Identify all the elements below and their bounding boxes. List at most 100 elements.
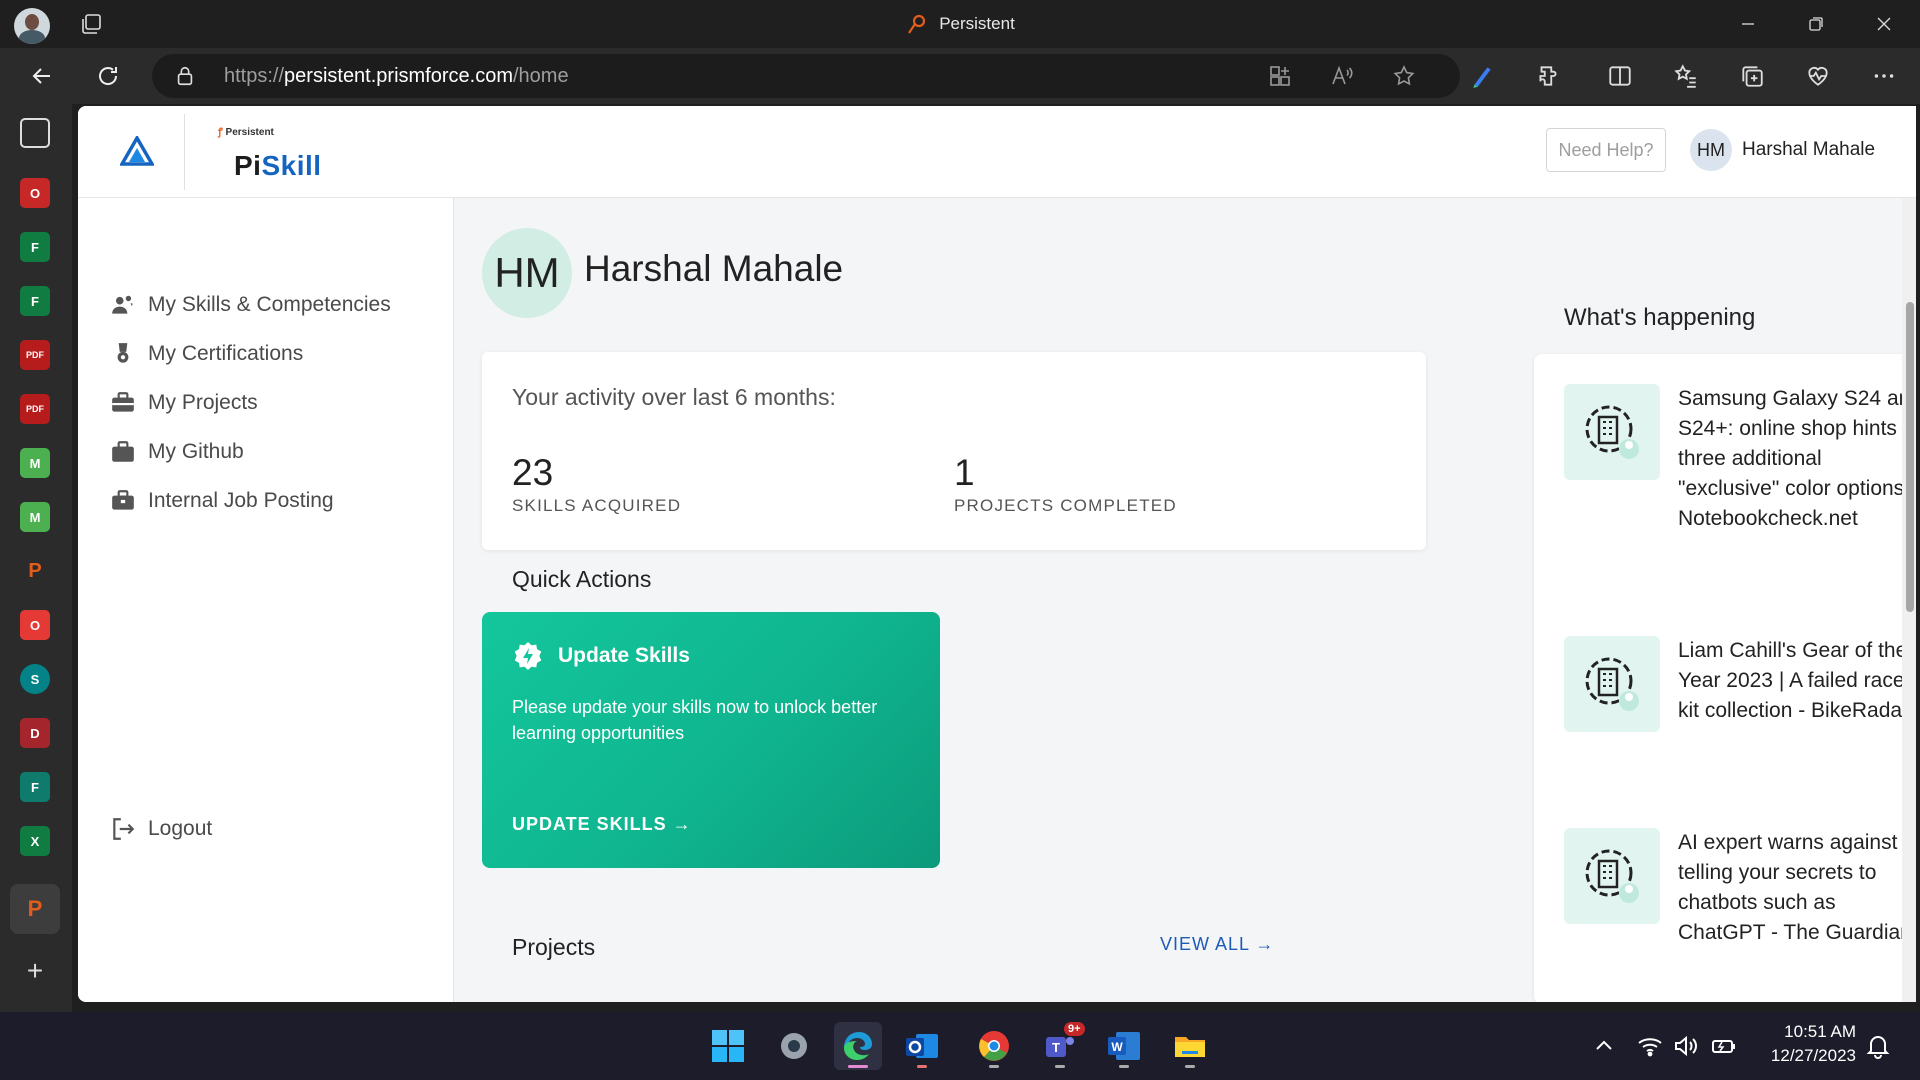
- building-gear-icon: [1585, 405, 1639, 459]
- whats-happening-title: What's happening: [1564, 304, 1756, 331]
- prismforce-logo-icon[interactable]: [120, 136, 154, 166]
- favorites-icon[interactable]: [1672, 62, 1700, 90]
- header-user-name[interactable]: Harshal Mahale: [1742, 129, 1875, 171]
- page-scrollbar[interactable]: [1902, 198, 1916, 1002]
- update-skills-card[interactable]: Update Skills Please update your skills …: [482, 612, 940, 868]
- update-skills-heading: Update Skills: [512, 640, 690, 672]
- new-tab-plus-icon[interactable]: +: [20, 955, 50, 986]
- piskill-logo[interactable]: PiSkill: [234, 150, 322, 182]
- news-headline[interactable]: Liam Cahill's Gear of the Year 2023 | A …: [1678, 636, 1916, 726]
- view-all-projects-link[interactable]: VIEW ALL →: [1160, 934, 1274, 955]
- logout-icon: [113, 818, 135, 840]
- minimize-button[interactable]: [1716, 0, 1780, 48]
- sidebar-item-projects[interactable]: My Projects: [110, 388, 258, 418]
- tab-forms-icon[interactable]: F: [20, 232, 50, 262]
- refresh-icon: [99, 67, 118, 85]
- sidebar-item-label: My Projects: [148, 391, 258, 414]
- app-available-icon[interactable]: [1268, 64, 1292, 88]
- favorite-star-icon[interactable]: [1392, 64, 1416, 88]
- tab-persistent-active-icon[interactable]: P: [20, 894, 50, 924]
- arrow-left-icon: [32, 68, 50, 84]
- system-clock[interactable]: 10:51 AM 12/27/2023: [1756, 1020, 1856, 1068]
- active-indicator: [1055, 1065, 1065, 1068]
- news-thumbnail: [1564, 384, 1660, 480]
- update-skills-description: Please update your skills now to unlock …: [512, 697, 878, 743]
- svg-text:W: W: [1111, 1040, 1123, 1054]
- refresh-button[interactable]: [88, 56, 128, 96]
- update-skills-link[interactable]: UPDATE SKILLS →: [512, 814, 692, 835]
- sidebar-item-github[interactable]: My Github: [110, 437, 244, 467]
- window-title: Persistent: [0, 0, 1920, 48]
- back-button[interactable]: [22, 56, 62, 96]
- tab-panel-icon[interactable]: [20, 118, 50, 148]
- medal-icon: [117, 343, 129, 363]
- tab-pdf-icon-2[interactable]: PDF: [20, 394, 50, 424]
- chevron-up-icon[interactable]: [1590, 1032, 1618, 1060]
- collections-icon[interactable]: [1738, 62, 1766, 90]
- profile-avatar[interactable]: [14, 8, 50, 44]
- teams-notification-badge: 9+: [1064, 1022, 1085, 1036]
- tab-sharepoint-icon[interactable]: S: [20, 664, 50, 694]
- taskbar-file-explorer[interactable]: [1166, 1022, 1214, 1070]
- taskbar-chrome[interactable]: [970, 1022, 1018, 1070]
- persistent-logo-icon: [908, 14, 926, 34]
- tab-m-icon-2[interactable]: M: [20, 502, 50, 532]
- page-viewport: ꝭ Persistent PiSkill Need Help? HM Harsh…: [78, 106, 1916, 1002]
- page-scrollbar-thumb[interactable]: [1906, 302, 1914, 612]
- copilot-pen-icon[interactable]: [1468, 62, 1496, 90]
- activity-card: Your activity over last 6 months: 23 SKI…: [482, 352, 1426, 550]
- battery-icon[interactable]: [1710, 1032, 1738, 1060]
- browser-essentials-icon[interactable]: [1804, 62, 1832, 90]
- lock-icon[interactable]: [174, 65, 196, 87]
- logout-button[interactable]: Logout: [110, 814, 212, 844]
- sidebar-item-label: Internal Job Posting: [148, 489, 334, 512]
- header-avatar[interactable]: HM: [1690, 129, 1732, 171]
- taskbar-teams[interactable]: T 9+: [1036, 1022, 1085, 1070]
- active-indicator: [989, 1065, 999, 1068]
- restore-button[interactable]: [1784, 0, 1848, 48]
- extensions-icon[interactable]: [1534, 62, 1562, 90]
- read-aloud-icon[interactable]: [1330, 64, 1354, 88]
- taskbar-edge[interactable]: [834, 1022, 882, 1070]
- news-headline[interactable]: AI expert warns against telling your sec…: [1678, 828, 1916, 948]
- taskbar-settings[interactable]: [770, 1022, 818, 1070]
- wifi-icon[interactable]: [1636, 1032, 1664, 1060]
- active-indicator: [1185, 1065, 1195, 1068]
- sidebar-item-certifications[interactable]: My Certifications: [110, 339, 303, 369]
- tab-forms-icon-3[interactable]: F: [20, 772, 50, 802]
- notification-bell-icon[interactable]: [1864, 1032, 1892, 1060]
- tab-m-icon[interactable]: M: [20, 448, 50, 478]
- sidebar-item-job-posting[interactable]: Internal Job Posting: [110, 486, 334, 516]
- news-headline[interactable]: Samsung Galaxy S24 and S24+: online shop…: [1678, 384, 1916, 534]
- building-gear-icon: [1585, 849, 1639, 903]
- tab-d-icon[interactable]: D: [20, 718, 50, 748]
- tab-oracle-icon-2[interactable]: O: [20, 610, 50, 640]
- need-help-button[interactable]: Need Help?: [1546, 128, 1666, 172]
- tab-persistent-icon[interactable]: P: [20, 556, 50, 586]
- profile-avatar-large: HM: [482, 228, 572, 318]
- taskbar-word[interactable]: W: [1100, 1022, 1148, 1070]
- persistent-brand: ꝭ Persistent: [218, 127, 274, 138]
- quick-actions-title: Quick Actions: [512, 566, 652, 592]
- close-window-button[interactable]: [1852, 0, 1916, 48]
- tab-oracle-icon[interactable]: O: [20, 178, 50, 208]
- tab-actions-icon[interactable]: [80, 12, 104, 36]
- start-button[interactable]: [704, 1022, 752, 1070]
- split-screen-icon[interactable]: [1606, 62, 1634, 90]
- briefcase-icon: [112, 392, 134, 412]
- tab-excel-icon[interactable]: X: [20, 826, 50, 856]
- building-gear-icon: [1585, 657, 1639, 711]
- main-content: HM Harshal Mahale Your activity over las…: [454, 198, 1916, 1002]
- taskbar-outlook[interactable]: [898, 1022, 946, 1070]
- tab-forms-icon-2[interactable]: F: [20, 286, 50, 316]
- sidebar-item-skills[interactable]: My Skills & Competencies: [110, 290, 391, 320]
- windows-logo-icon: [712, 1030, 744, 1062]
- address-bar[interactable]: https://persistent.prismforce.com/home: [152, 54, 1460, 98]
- volume-icon[interactable]: [1672, 1032, 1700, 1060]
- projects-title: Projects: [512, 934, 596, 960]
- url-text[interactable]: https://persistent.prismforce.com/home: [224, 54, 569, 98]
- tab-pdf-icon[interactable]: PDF: [20, 340, 50, 370]
- skills-acquired-label: SKILLS ACQUIRED: [512, 496, 682, 515]
- app-sidebar: My Skills & Competencies My Certificatio…: [78, 198, 454, 1002]
- more-options-icon[interactable]: [1870, 62, 1898, 90]
